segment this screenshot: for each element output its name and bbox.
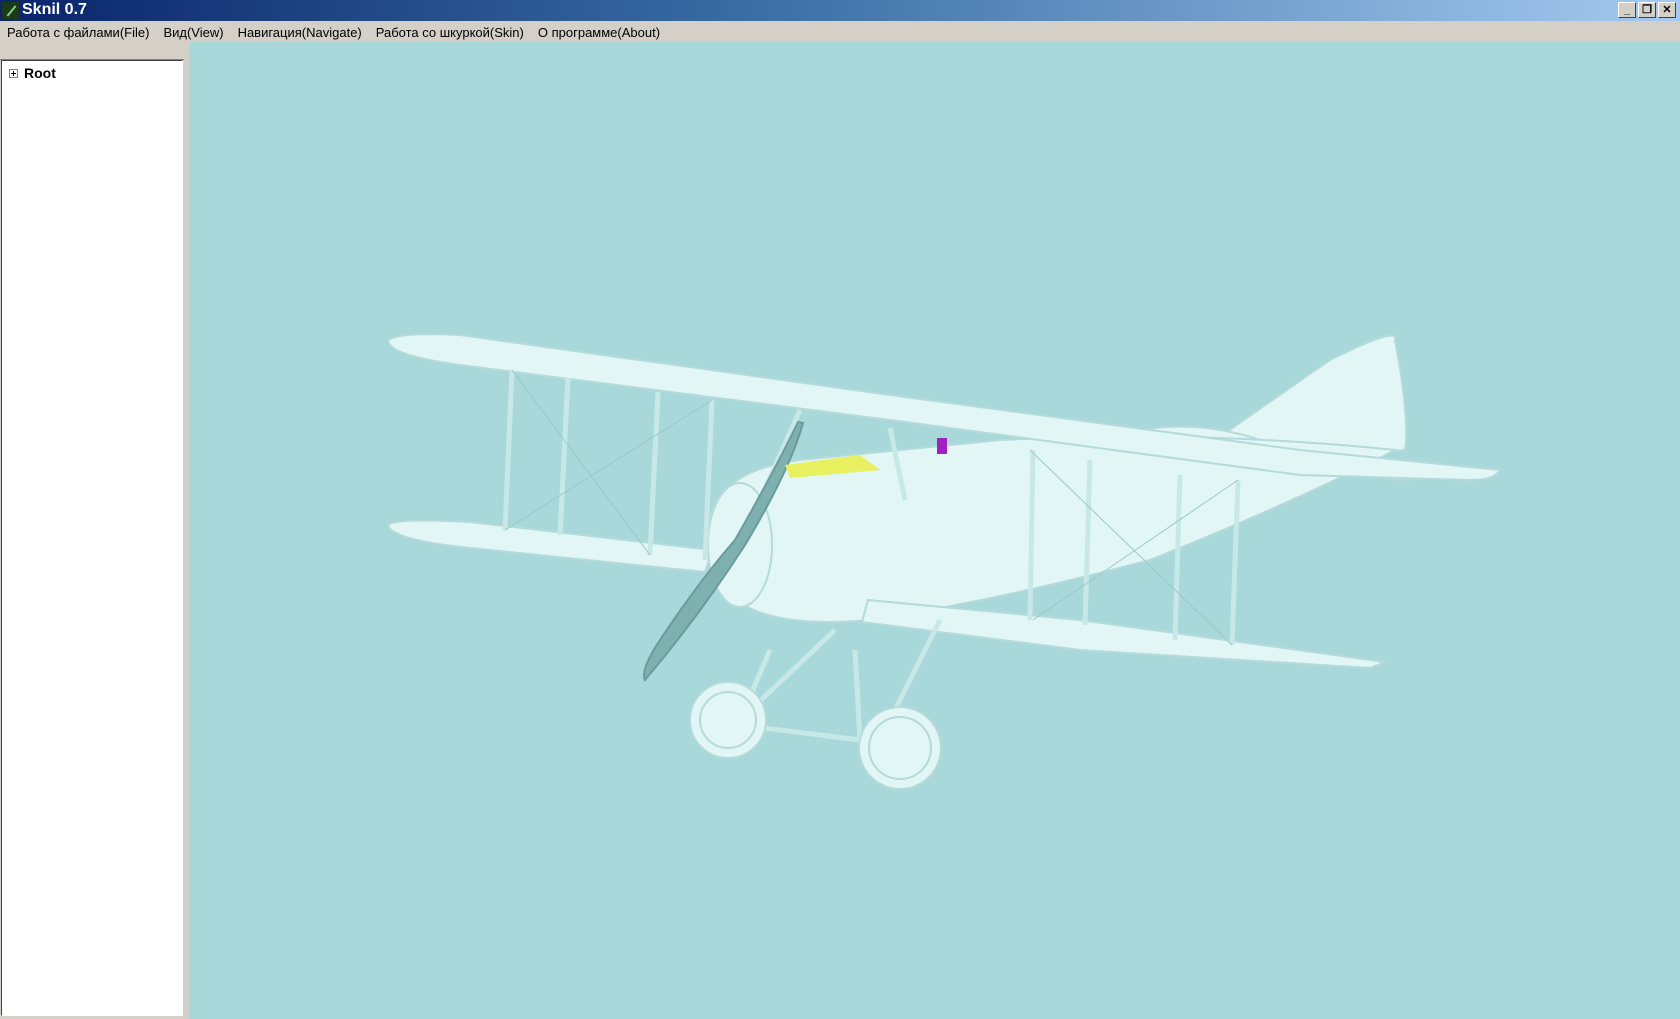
panel-header [0,42,184,60]
lower-wing-left [386,519,714,574]
close-button[interactable]: ✕ [1658,2,1676,18]
expand-plus-icon[interactable] [9,68,18,78]
tree-node-label: Root [24,65,56,81]
menu-view[interactable]: Вид(View) [156,21,230,42]
wheel-right [858,706,942,790]
tree-node-root[interactable]: Root [9,65,56,81]
window-title: Sknil 0.7 [22,1,87,18]
restore-button[interactable]: ❐ [1638,2,1656,18]
biplane-model [386,333,1502,790]
tree-view[interactable]: Root [1,60,183,1016]
3d-viewport[interactable] [189,42,1680,1019]
title-bar: Sknil 0.7 _ ❐ ✕ [0,0,1680,21]
pilot-figure [937,438,947,454]
menu-skin[interactable]: Работа со шкуркой(Skin) [369,21,531,42]
menu-navigate[interactable]: Навигация(Navigate) [231,21,369,42]
menu-about[interactable]: О программе(About) [531,21,667,42]
minimize-button[interactable]: _ [1618,2,1636,18]
menu-file[interactable]: Работа с файлами(File) [0,21,156,42]
wheel-left [689,681,767,759]
menu-bar: Работа с файлами(File) Вид(View) Навигац… [0,21,1680,42]
app-icon [2,2,19,19]
side-panel: Root [0,42,184,1019]
lower-wing-right [860,598,1389,670]
